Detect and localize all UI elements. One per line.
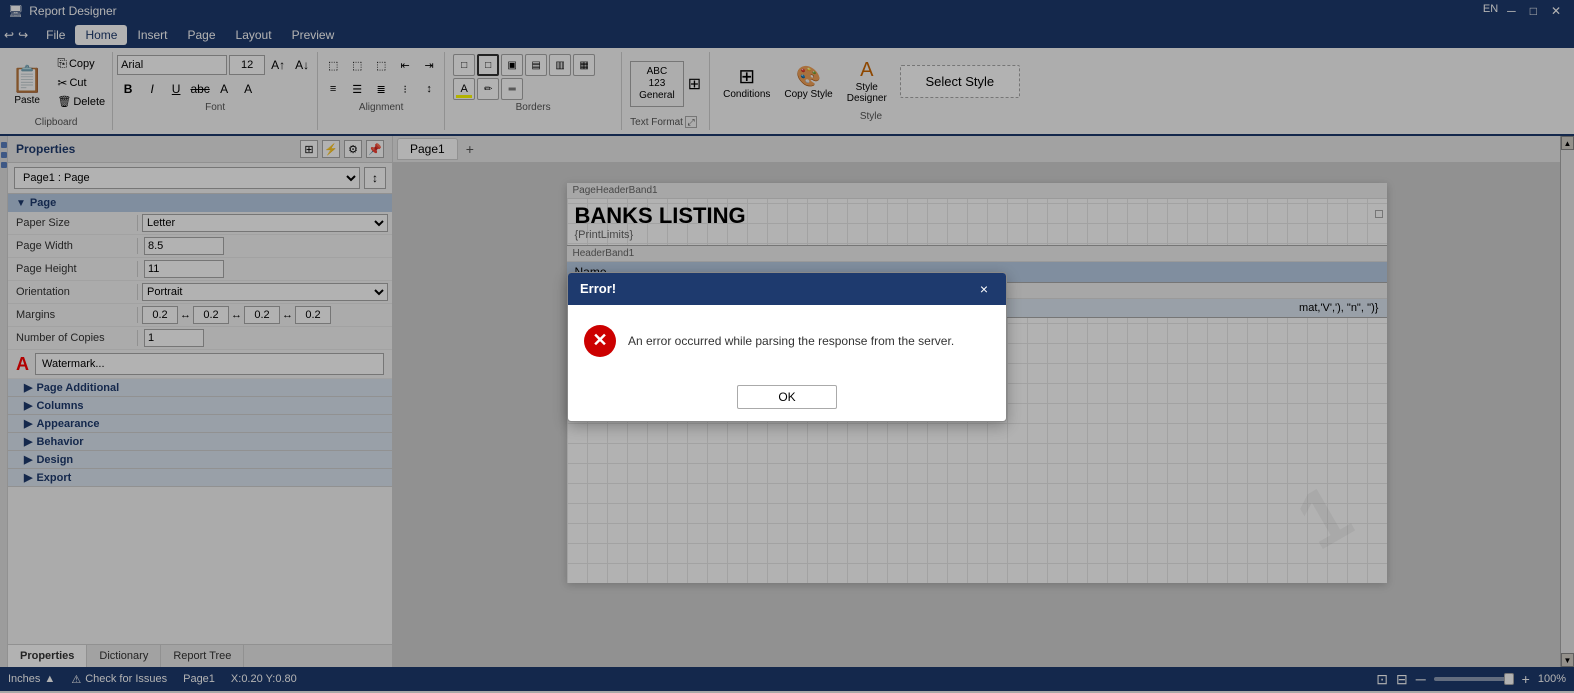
- error-icon: ✕: [584, 325, 616, 357]
- modal-message: An error occurred while parsing the resp…: [628, 334, 954, 348]
- modal-overlay[interactable]: Error! × ✕ An error occurred while parsi…: [0, 0, 1574, 693]
- modal-footer: OK: [568, 377, 1006, 421]
- modal-title: Error!: [580, 281, 616, 296]
- modal-header: Error! ×: [568, 273, 1006, 305]
- modal-ok-button[interactable]: OK: [737, 385, 836, 409]
- modal-body: ✕ An error occurred while parsing the re…: [568, 305, 1006, 377]
- modal-close-button[interactable]: ×: [974, 279, 994, 299]
- error-dialog: Error! × ✕ An error occurred while parsi…: [567, 272, 1007, 422]
